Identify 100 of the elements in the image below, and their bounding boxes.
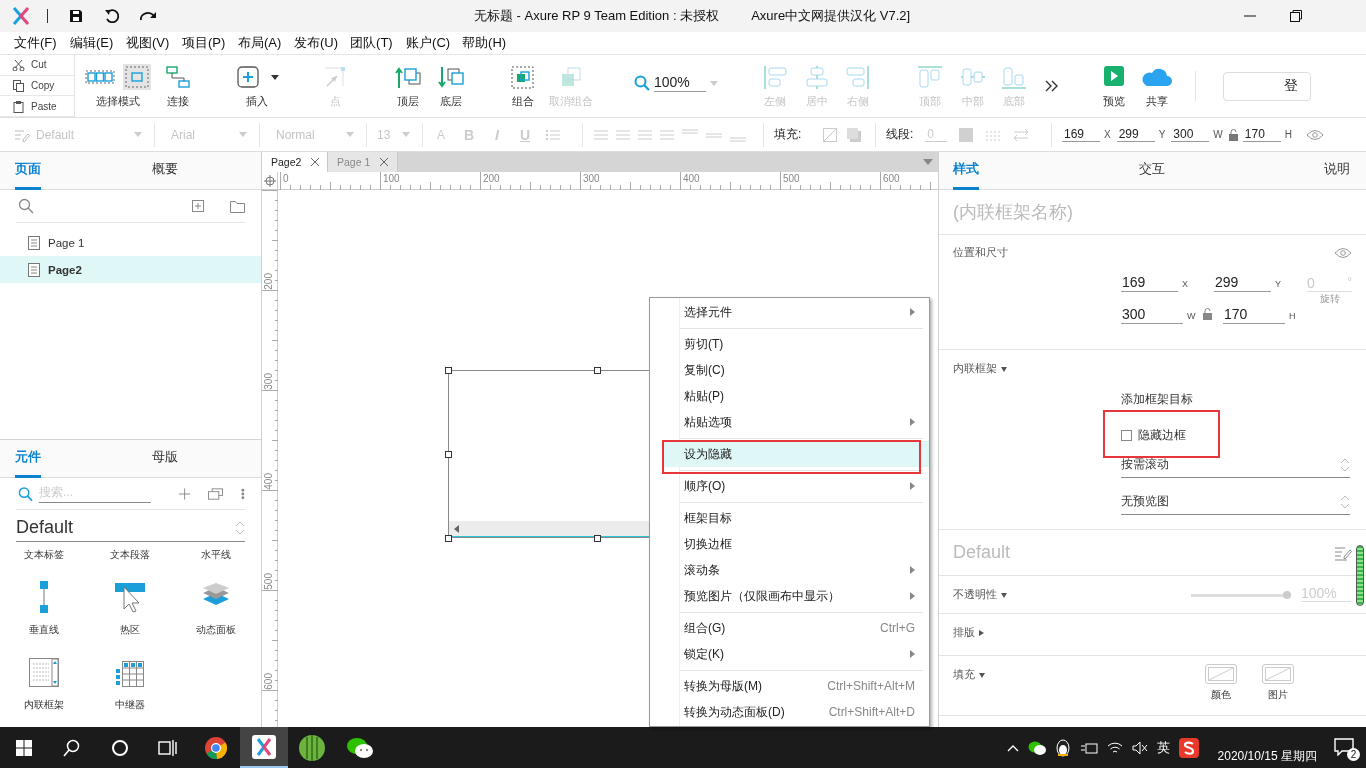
section-title[interactable]: 不透明性 bbox=[953, 588, 997, 602]
panel-tab[interactable]: 交互 bbox=[1138, 152, 1165, 190]
x-field[interactable]: 169 bbox=[1121, 274, 1178, 292]
shortcut-label: Ctrl+Shift+Alt+M bbox=[827, 679, 915, 693]
menu-item[interactable]: 剪切(T) bbox=[650, 331, 929, 357]
menu-item[interactable]: 切换边框 bbox=[650, 531, 929, 557]
preview-dropdown[interactable]: 无预览图 bbox=[1121, 489, 1350, 515]
share-button[interactable]: 共享 bbox=[1137, 55, 1177, 117]
panel-tab[interactable]: 说明 bbox=[1324, 152, 1350, 190]
connect-button[interactable]: 连接 bbox=[158, 55, 198, 117]
style-name: Default bbox=[953, 542, 1011, 563]
login-button[interactable]: 登 bbox=[1223, 71, 1311, 101]
widget-item[interactable]: 中继器 bbox=[87, 643, 173, 718]
menu-item[interactable]: 复制(C) bbox=[650, 357, 929, 383]
geometry-field[interactable]: 170 bbox=[1242, 127, 1281, 142]
geometry-field[interactable]: 299 bbox=[1116, 127, 1155, 142]
widget-item[interactable]: 动态面板 bbox=[173, 568, 259, 643]
page-item[interactable]: Page 1 bbox=[0, 229, 261, 256]
library-dropdown[interactable]: Default bbox=[16, 514, 245, 542]
group-button[interactable]: 组合 bbox=[503, 55, 543, 117]
section-title[interactable]: 排版 bbox=[953, 626, 975, 640]
panel-tab[interactable]: 母版 bbox=[152, 440, 178, 478]
frame-target-link[interactable]: 添加框架目标 bbox=[1121, 388, 1352, 408]
menu-item[interactable]: 团队(T) bbox=[350, 34, 395, 52]
widget-label: 热区 bbox=[120, 623, 140, 637]
window-subtitle: Axure中文网提供汉化 V7.2] bbox=[751, 7, 911, 25]
menu-item[interactable]: 组合(G) Ctrl+G bbox=[650, 615, 929, 641]
menu-item[interactable]: 粘贴选项 bbox=[650, 409, 929, 435]
geometry-field[interactable]: 300 bbox=[1171, 127, 1210, 142]
input-language[interactable]: 英 bbox=[1156, 738, 1170, 757]
panel-tab[interactable]: 样式 bbox=[953, 152, 979, 190]
menu-item[interactable]: 账户(C) bbox=[406, 34, 451, 52]
axis-label: W bbox=[1213, 129, 1223, 140]
scrolling-dropdown[interactable]: 按需滚动 bbox=[1121, 452, 1350, 478]
ruler-label: 400 bbox=[263, 473, 274, 490]
height-field[interactable]: 170 bbox=[1223, 306, 1285, 324]
ruler-label: 300 bbox=[583, 173, 600, 184]
widget-item[interactable]: 文本段落 bbox=[87, 542, 173, 568]
preview-button[interactable]: 预览 bbox=[1094, 55, 1134, 117]
line-label: 线段: bbox=[886, 126, 914, 143]
page-name: Page 1 bbox=[48, 236, 85, 249]
notification-button[interactable]: 2 bbox=[1334, 737, 1356, 758]
y-field[interactable]: 299 bbox=[1214, 274, 1271, 292]
fill-label: 填充: bbox=[774, 126, 802, 143]
panel-tab[interactable]: 元件 bbox=[15, 440, 41, 478]
menu-item[interactable]: 滚动条 bbox=[650, 557, 929, 583]
menu-item[interactable]: 转换为母版(M) Ctrl+Shift+Alt+M bbox=[650, 673, 929, 699]
select-mode-button[interactable]: 选择模式 bbox=[83, 55, 153, 117]
zoom-field[interactable]: 100% bbox=[654, 74, 706, 92]
menu-item[interactable]: 发布(U) bbox=[294, 34, 339, 52]
panel-tab[interactable]: 页面 bbox=[15, 152, 41, 190]
widget-item[interactable]: 内联框架 bbox=[1, 643, 87, 718]
ruler-label: 100 bbox=[383, 173, 400, 184]
ruler-label: 300 bbox=[263, 373, 274, 390]
window-title: 无标题 - Axure RP 9 Team Edition : 未授权 bbox=[474, 7, 720, 25]
menu-item[interactable]: 选择元件 bbox=[650, 299, 929, 325]
ruler-label: 200 bbox=[483, 173, 500, 184]
shortcut-label: Ctrl+Shift+Alt+D bbox=[828, 705, 915, 719]
menu-item[interactable]: 粘贴(P) bbox=[650, 383, 929, 409]
menu-item[interactable]: 项目(P) bbox=[182, 34, 226, 52]
insert-button[interactable]: 插入 bbox=[232, 55, 282, 117]
page-item[interactable]: Page2 bbox=[0, 256, 261, 283]
axis-label: H bbox=[1284, 129, 1293, 140]
axis-label: W bbox=[1186, 311, 1197, 323]
widget-item[interactable]: 水平线 bbox=[173, 542, 259, 568]
widget-item[interactable]: 热区 bbox=[87, 568, 173, 643]
axis-label: X bbox=[1104, 129, 1111, 140]
rotation-caption: 旋转 bbox=[1319, 292, 1340, 306]
section-title[interactable]: 填充 bbox=[953, 668, 975, 682]
menu-item[interactable]: 预览图片（仅限画布中显示） bbox=[650, 583, 929, 609]
axis-label: H bbox=[1288, 311, 1297, 323]
widget-label: 水平线 bbox=[201, 548, 231, 562]
menu-item[interactable]: 编辑(E) bbox=[70, 34, 114, 52]
menu-item[interactable]: 帮助(H) bbox=[462, 34, 507, 52]
menu-item[interactable]: 锁定(K) bbox=[650, 641, 929, 667]
menu-item[interactable]: 顺序(O) bbox=[650, 473, 929, 499]
panel-tab[interactable]: 概要 bbox=[152, 152, 178, 190]
axis-label: Y bbox=[1274, 279, 1282, 291]
widget-label: 文本标签 bbox=[24, 548, 64, 562]
menu-item[interactable]: 视图(V) bbox=[126, 34, 170, 52]
menu-item[interactable]: 转换为动态面板(D) Ctrl+Shift+Alt+D bbox=[650, 699, 929, 725]
menu-item[interactable]: 设为隐藏 bbox=[662, 441, 929, 467]
bring-front-button[interactable]: 顶层 bbox=[388, 55, 428, 117]
page-name: Page2 bbox=[48, 263, 82, 276]
widget-item[interactable]: 文本标签 bbox=[1, 542, 87, 568]
widget-label: 文本段落 bbox=[110, 548, 150, 562]
geometry-field[interactable]: 169 bbox=[1062, 127, 1100, 142]
widget-label: 内联框架 bbox=[24, 698, 64, 712]
widget-label: 动态面板 bbox=[196, 623, 236, 637]
menu-item[interactable]: 布局(A) bbox=[238, 34, 282, 52]
width-field[interactable]: 300 bbox=[1121, 306, 1183, 324]
widget-item[interactable]: 垂直线 bbox=[1, 568, 87, 643]
document-tab[interactable]: Page2 bbox=[262, 152, 328, 172]
menu-item[interactable]: 框架目标 bbox=[650, 505, 929, 531]
send-back-button[interactable]: 底层 bbox=[431, 55, 471, 117]
notification-badge: 2 bbox=[1347, 747, 1360, 761]
ruler-label: 500 bbox=[783, 173, 800, 184]
date-label: 2020/10/15 星期四 bbox=[1217, 748, 1317, 765]
section-title[interactable]: 内联框架 bbox=[953, 362, 997, 376]
menu-item[interactable]: 文件(F) bbox=[14, 34, 58, 52]
